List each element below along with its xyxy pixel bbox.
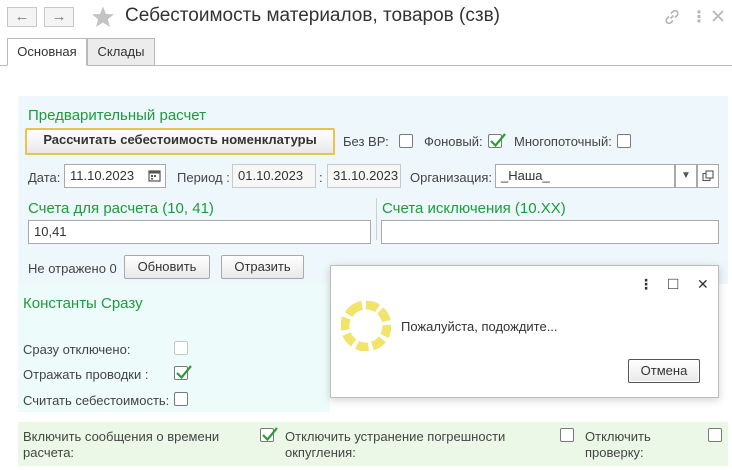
favorite-star-icon[interactable] [91, 5, 115, 32]
open-form-icon [702, 170, 714, 182]
close-icon[interactable] [710, 8, 726, 27]
dialog-more-icon[interactable]: ⋮ [639, 276, 653, 293]
cost-checkbox[interactable] [174, 392, 188, 406]
multithread-checkbox[interactable] [617, 134, 631, 148]
org-value: _Наша_ [501, 168, 550, 183]
off-label: Сразу отключено: [23, 342, 131, 357]
org-dropdown-button[interactable]: ▼ [675, 164, 697, 188]
org-label: Организация: [410, 170, 493, 185]
link-icon[interactable] [663, 8, 681, 29]
calculate-cost-button[interactable]: Рассчитать себестоимость номенклатуры [25, 128, 335, 155]
messages-label: Включить сообщения о времени расчета: [23, 429, 220, 460]
accounts-value: 10,41 [34, 224, 67, 239]
period-to-value: 31.10.2023 [333, 168, 399, 183]
refresh-label: Обновить [137, 259, 197, 274]
messages-checkbox[interactable] [260, 427, 278, 442]
no-vr-checkbox[interactable] [399, 134, 413, 148]
spinner-icon [340, 300, 392, 354]
cancel-label: Отмена [640, 363, 688, 378]
period-from-value: 01.10.2023 [238, 168, 304, 183]
post-checkbox[interactable] [174, 365, 192, 380]
arrow-right-icon: → [51, 8, 67, 25]
page-title: Себестоимость материалов, товаров (сзв) [125, 5, 500, 26]
dialog-maximize-icon[interactable]: □ [668, 274, 678, 294]
tab-warehouses[interactable]: Склады [87, 38, 155, 66]
wait-dialog: ⋮ □ ✕ Пожалуйста, подождите... Отмена [330, 265, 719, 398]
constants-title: Константы Сразу [23, 295, 143, 312]
accounts-title: Счета для расчета (10, 41) [28, 200, 214, 217]
org-field[interactable]: _Наша_ [495, 164, 675, 188]
rounding-label: Отключить устранение погрешности окпуглен… [285, 429, 506, 460]
checkmark-icon [490, 133, 506, 148]
period-to-field[interactable]: 31.10.2023 [327, 164, 401, 188]
checkmark-icon [176, 365, 192, 380]
period-from-field[interactable]: 01.10.2023 [232, 164, 316, 188]
background-checkbox[interactable] [488, 133, 506, 148]
reflect-label: Отразить [234, 259, 291, 274]
exclusions-input[interactable] [381, 220, 719, 244]
background-label: Фоновый: [424, 134, 483, 149]
forward-button[interactable]: → [44, 7, 74, 27]
back-button[interactable]: ← [7, 7, 37, 27]
org-open-button[interactable] [697, 164, 719, 188]
accounts-input[interactable]: 10,41 [28, 220, 371, 244]
cancel-button[interactable]: Отмена [628, 359, 700, 383]
check-label: Отключить проверку: [585, 429, 651, 460]
chevron-down-icon: ▼ [681, 170, 691, 181]
check-checkbox[interactable] [708, 428, 722, 442]
date-label: Дата: [28, 170, 61, 185]
tab-main[interactable]: Основная [7, 38, 87, 66]
period-separator: : [319, 170, 323, 185]
off-checkbox[interactable] [174, 341, 188, 355]
reflect-button[interactable]: Отразить [221, 255, 304, 279]
no-vr-label: Без ВР: [343, 134, 389, 149]
more-icon[interactable]: ⋮ [691, 7, 707, 27]
not-reflected-text: Не отражено 0 [28, 261, 117, 276]
refresh-button[interactable]: Обновить [124, 255, 210, 279]
calculate-cost-label: Рассчитать себестоимость номенклатуры [43, 132, 317, 147]
date-value: 11.10.2023 [70, 168, 135, 183]
calendar-icon[interactable] [148, 169, 161, 185]
cost-label: Считать себестоимость: [23, 393, 170, 408]
post-label: Отражать проводки : [23, 367, 149, 382]
wait-message: Пожалуйста, подождите... [401, 319, 558, 334]
arrow-left-icon: ← [14, 8, 30, 25]
dialog-close-icon[interactable]: ✕ [697, 276, 709, 293]
accounts-divider [376, 198, 377, 240]
precalc-title: Предварительный расчет [28, 107, 207, 124]
exclusions-title: Счета исключения (10.XX) [382, 200, 566, 217]
period-label: Период : [177, 170, 230, 185]
rounding-checkbox[interactable] [560, 428, 574, 442]
checkmark-icon [262, 427, 278, 442]
multithread-label: Многопоточный: [514, 134, 612, 149]
